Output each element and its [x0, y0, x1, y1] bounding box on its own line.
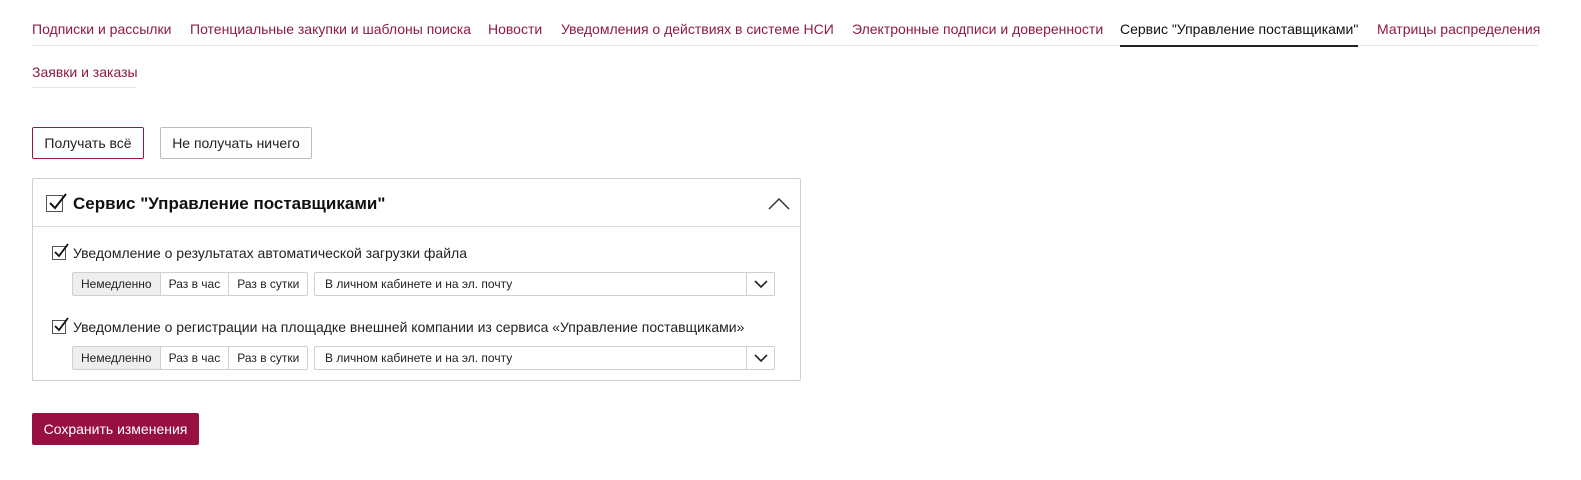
item-label: Уведомление о результатах автоматической… — [73, 245, 467, 261]
tab-news[interactable]: Новости — [488, 20, 542, 46]
tabs-bar-row2: Заявки и заказы — [32, 46, 138, 89]
chevron-up-icon[interactable] — [768, 193, 790, 213]
panel-header: Сервис "Управление поставщиками" — [33, 179, 800, 227]
receive-all-button[interactable]: Получать всё — [32, 127, 144, 159]
chevron-down-icon[interactable] — [746, 347, 774, 369]
channel-select[interactable]: В личном кабинете и на эл. почту — [314, 272, 775, 296]
item-label: Уведомление о регистрации на площадке вн… — [73, 319, 745, 335]
panel-checkbox[interactable] — [46, 193, 67, 212]
frequency-immediately[interactable]: Немедленно — [73, 273, 161, 295]
tabs-bar: Подписки и рассылки Потенциальные закупк… — [32, 0, 1540, 47]
tab-potential-purchases[interactable]: Потенциальные закупки и шаблоны поиска — [190, 20, 471, 46]
frequency-hourly[interactable]: Раз в час — [160, 273, 230, 295]
checkmark-icon — [49, 193, 67, 210]
channel-select-value: В личном кабинете и на эл. почту — [325, 351, 513, 365]
checkmark-icon — [54, 317, 69, 332]
tab-subscriptions[interactable]: Подписки и рассылки — [32, 20, 171, 46]
frequency-selector: Немедленно Раз в час Раз в сутки — [72, 272, 309, 296]
save-button[interactable]: Сохранить изменения — [32, 413, 199, 445]
tab-signatures[interactable]: Электронные подписи и доверенности — [852, 20, 1103, 46]
tab-distribution-matrices[interactable]: Матрицы распределения — [1377, 20, 1540, 46]
receive-none-button[interactable]: Не получать ничего — [160, 127, 312, 159]
tab-supplier-management[interactable]: Сервис "Управление поставщиками" — [1120, 20, 1359, 47]
frequency-daily[interactable]: Раз в сутки — [229, 347, 308, 369]
checkmark-icon — [54, 243, 69, 258]
tab-nsi-notifications[interactable]: Уведомления о действиях в системе НСИ — [561, 20, 834, 46]
panel-title: Сервис "Управление поставщиками" — [73, 194, 386, 213]
frequency-selector: Немедленно Раз в час Раз в сутки — [72, 346, 309, 370]
frequency-daily[interactable]: Раз в сутки — [229, 273, 308, 295]
channel-select[interactable]: В личном кабинете и на эл. почту — [314, 346, 775, 370]
frequency-immediately[interactable]: Немедленно — [73, 347, 161, 369]
item-checkbox[interactable] — [52, 243, 69, 260]
chevron-down-icon[interactable] — [746, 273, 774, 295]
tab-requests-orders[interactable]: Заявки и заказы — [32, 63, 138, 89]
item-checkbox[interactable] — [52, 317, 69, 334]
frequency-hourly[interactable]: Раз в час — [160, 347, 230, 369]
channel-select-value: В личном кабинете и на эл. почту — [325, 277, 513, 291]
subscription-panel: Сервис "Управление поставщиками" Уведомл… — [32, 178, 801, 381]
